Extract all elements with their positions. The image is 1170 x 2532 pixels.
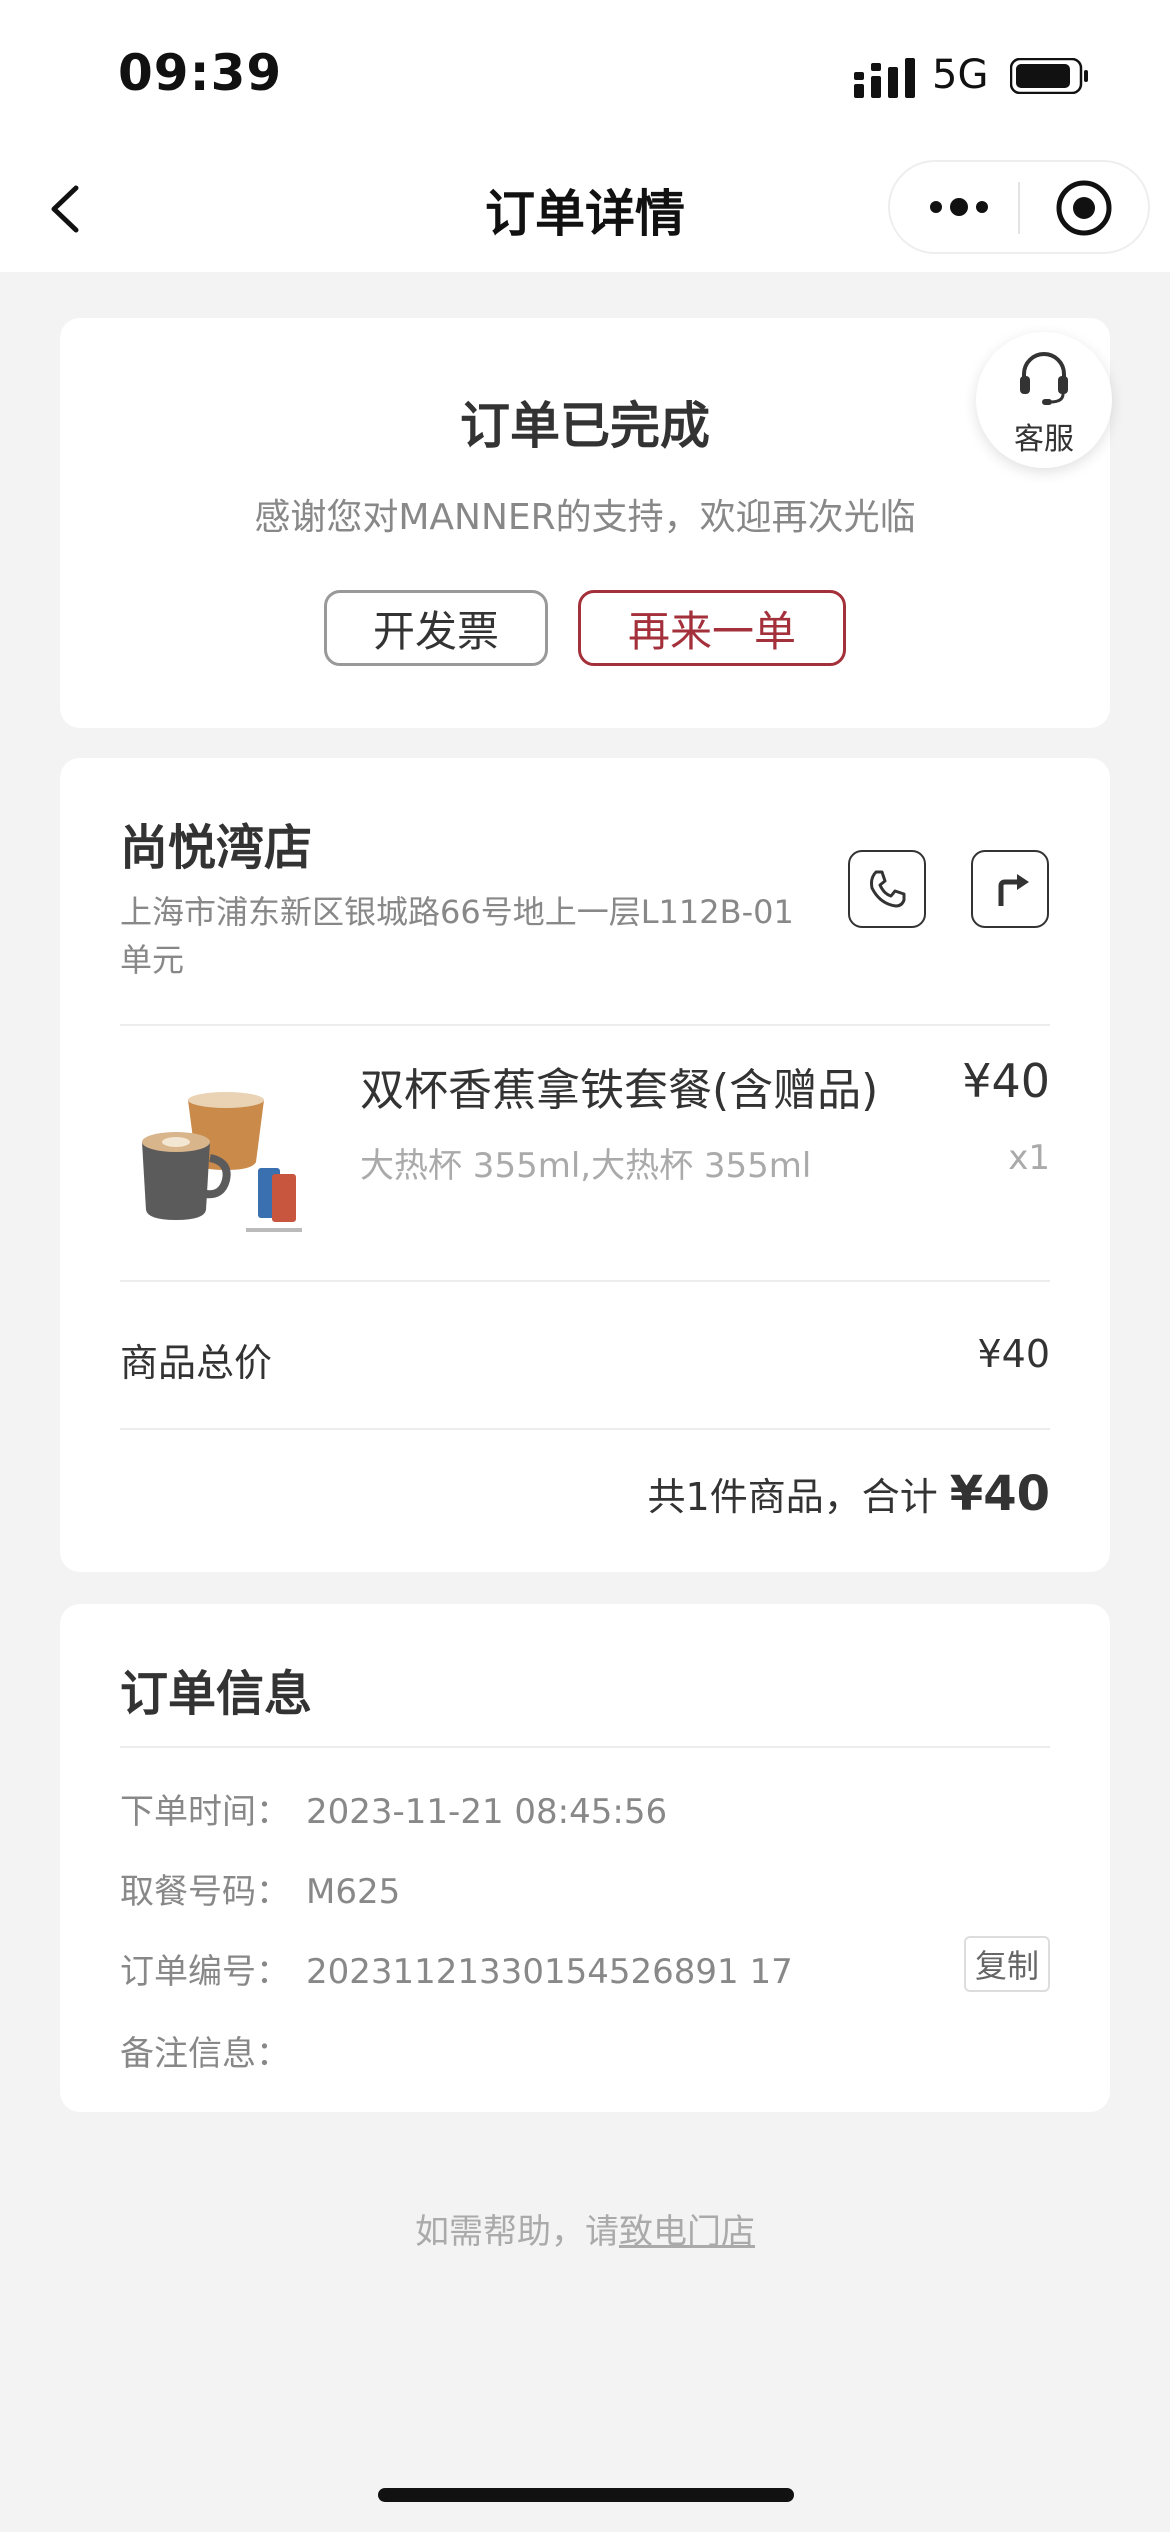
- divider: [120, 1024, 1050, 1026]
- order-number-label: 订单编号：: [120, 1952, 290, 1992]
- product-quantity: x1: [1008, 1138, 1050, 1178]
- order-time-row: 下单时间： 2023-11-21 08:45:56: [120, 1784, 667, 1833]
- mini-program-capsule: [888, 160, 1150, 254]
- directions-icon: [998, 874, 1029, 906]
- call-store-button[interactable]: [848, 850, 926, 928]
- order-number-value: 20231121330154526891 17: [306, 1952, 793, 1992]
- pickup-number-row: 取餐号码： M625: [120, 1864, 400, 1913]
- pickup-number-value: M625: [306, 1872, 401, 1912]
- network-type: 5G: [932, 52, 989, 98]
- home-indicator: [378, 2488, 794, 2502]
- store-order-card: 尚悦湾店 上海市浦东新区银城路66号地上一层L112B-01单元 双杯香蕉拿铁套…: [60, 758, 1110, 1572]
- order-total: 共1件商品，合计 ¥40: [648, 1466, 1050, 1522]
- order-info-card: 订单信息 下单时间： 2023-11-21 08:45:56 取餐号码： M625 …: [60, 1604, 1110, 2112]
- order-status-card: 订单已完成 感谢您对MANNER的支持，欢迎再次光临 开发票 再来一单: [60, 318, 1110, 728]
- remarks-row: 备注信息：: [120, 2026, 306, 2075]
- product-price: ¥40: [962, 1054, 1050, 1108]
- product-spec: 大热杯 355ml,大热杯 355ml: [360, 1146, 812, 1186]
- battery-icon: [1010, 58, 1088, 94]
- more-options-icon[interactable]: [926, 182, 992, 232]
- cellular-signal-icon: [854, 58, 915, 98]
- order-number-row: 订单编号： 20231121330154526891 17: [120, 1944, 793, 1993]
- status-time: 09:39: [118, 44, 283, 102]
- navigation-bar: 订单详情: [0, 150, 1170, 272]
- help-prefix: 如需帮助，请: [415, 2212, 619, 2252]
- remarks-label: 备注信息：: [120, 2034, 290, 2074]
- store-address: 上海市浦东新区银城路66号地上一层L112B-01单元: [120, 893, 794, 979]
- product-name: 双杯香蕉拿铁套餐(含赠品): [360, 1065, 879, 1116]
- headset-icon: [1020, 352, 1068, 405]
- order-info-title: 订单信息: [120, 1666, 313, 1722]
- reorder-button[interactable]: 再来一单: [578, 590, 846, 666]
- divider: [120, 1280, 1050, 1282]
- product-image: [126, 1070, 308, 1240]
- call-store-link[interactable]: 致电门店: [619, 2212, 755, 2252]
- close-program-icon[interactable]: [1054, 178, 1114, 238]
- status-bar: 09:39 5G: [0, 0, 1170, 150]
- divider: [120, 1428, 1050, 1430]
- divider: [120, 1746, 1050, 1748]
- order-total-amount: ¥40: [949, 1466, 1050, 1522]
- invoice-button[interactable]: 开发票: [324, 590, 548, 666]
- customer-service-label: 客服: [1014, 422, 1074, 457]
- subtotal-label: 商品总价: [120, 1341, 273, 1385]
- pickup-number-label: 取餐号码：: [120, 1872, 290, 1912]
- order-time-label: 下单时间：: [120, 1792, 290, 1832]
- customer-service-button[interactable]: 客服: [976, 332, 1112, 468]
- navigate-store-button[interactable]: [971, 850, 1049, 928]
- subtotal-value: ¥40: [977, 1332, 1050, 1376]
- order-status-title: 订单已完成: [460, 397, 710, 455]
- capsule-divider: [1018, 182, 1020, 234]
- phone-icon: [870, 870, 906, 908]
- copy-order-number-button[interactable]: 复制: [964, 1936, 1050, 1992]
- order-status-subtitle: 感谢您对MANNER的支持，欢迎再次光临: [254, 497, 916, 538]
- order-time-value: 2023-11-21 08:45:56: [306, 1792, 668, 1832]
- help-text: 如需帮助，请致电门店: [0, 2204, 1170, 2253]
- order-total-label: 共1件商品，合计: [647, 1475, 938, 1519]
- store-name: 尚悦湾店: [120, 820, 313, 876]
